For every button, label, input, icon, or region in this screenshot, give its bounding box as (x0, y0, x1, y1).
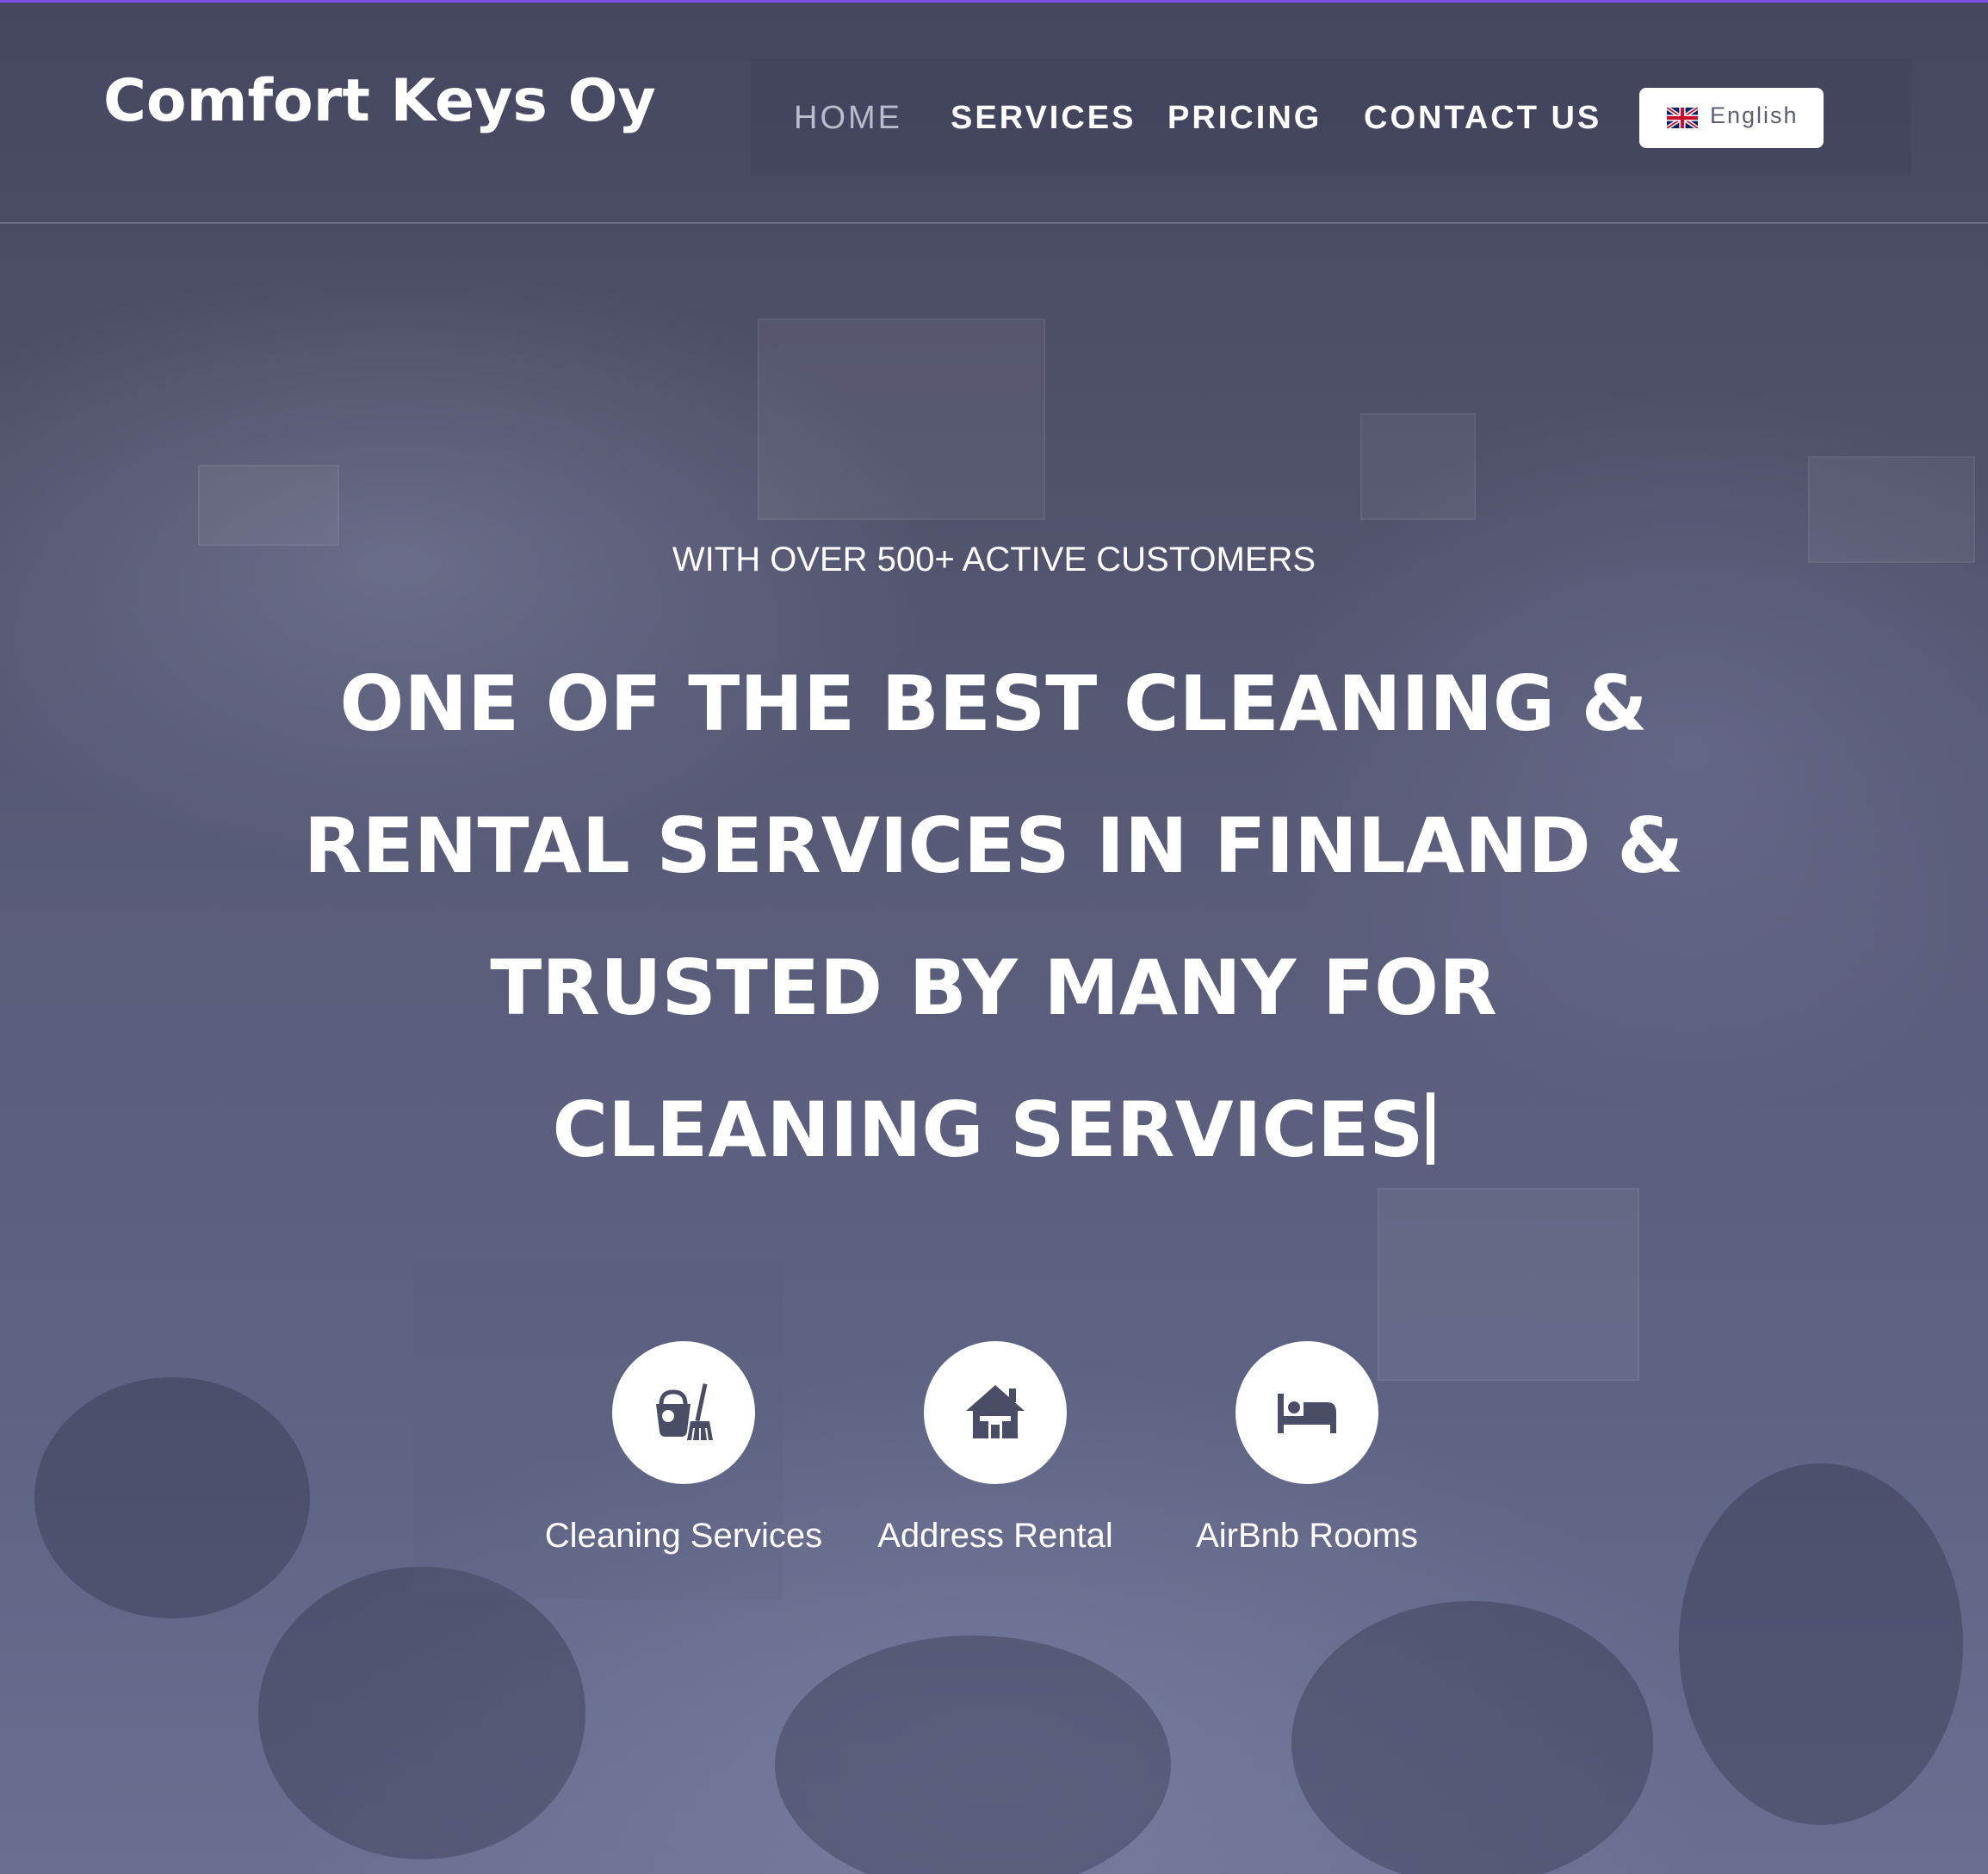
service-cleaning[interactable]: Cleaning Services (511, 1341, 856, 1555)
hero-title-line: RENTAL SERVICES IN FINLAND & (303, 801, 1684, 890)
background-shape (775, 1636, 1171, 1874)
language-label: English (1710, 102, 1799, 128)
hero-title-line: TRUSTED BY MANY FOR (490, 943, 1497, 1032)
nav-item-services[interactable]: SERVICES (951, 100, 1136, 137)
background-shape (1679, 1463, 1963, 1825)
nav-item-contact-us[interactable]: CONTACT US (1364, 100, 1601, 137)
hero-title-line: ONE OF THE BEST CLEANING & (339, 659, 1648, 748)
hero-title-last-line: CLEANING SERVICES (219, 1059, 1768, 1201)
background-shape (258, 1567, 585, 1859)
nav-item-pricing[interactable]: PRICING (1167, 100, 1322, 137)
hero-title-typed-text: CLEANING SERVICES (552, 1085, 1424, 1174)
service-icon-circle[interactable] (924, 1341, 1067, 1484)
brand-logo[interactable]: Comfort Keys Oy (103, 67, 656, 135)
service-label[interactable]: AirBnb Rooms (1135, 1517, 1479, 1555)
bed-icon (1278, 1394, 1336, 1433)
service-airbnb-rooms[interactable]: AirBnb Rooms (1135, 1341, 1479, 1555)
nav-item-home[interactable]: HOME (794, 100, 902, 137)
house-icon (966, 1385, 1025, 1438)
service-label[interactable]: Cleaning Services (511, 1517, 856, 1555)
background-shape (1291, 1601, 1653, 1874)
page: Comfort Keys Oy HOME SERVICES PRICING CO… (0, 0, 1988, 1874)
hero-subtitle: WITH OVER 500+ ACTIVE CUSTOMERS (672, 541, 1316, 578)
background-shape (34, 1377, 310, 1618)
service-address-rental[interactable]: Address Rental (823, 1341, 1167, 1555)
hero-title: ONE OF THE BEST CLEANING & RENTAL SERVIC… (219, 633, 1768, 1201)
language-selector[interactable]: English (1639, 88, 1824, 148)
background-shape (198, 465, 339, 546)
service-icon-circle[interactable] (612, 1341, 755, 1484)
service-label[interactable]: Address Rental (823, 1517, 1167, 1555)
top-navigation: Comfort Keys Oy HOME SERVICES PRICING CO… (0, 0, 1988, 224)
service-icon-circle[interactable] (1236, 1341, 1378, 1484)
typing-caret (1427, 1092, 1435, 1165)
background-shape (758, 319, 1045, 520)
uk-flag-icon (1667, 108, 1698, 128)
cleaning-bucket-icon (656, 1383, 713, 1441)
background-shape (1360, 413, 1476, 520)
